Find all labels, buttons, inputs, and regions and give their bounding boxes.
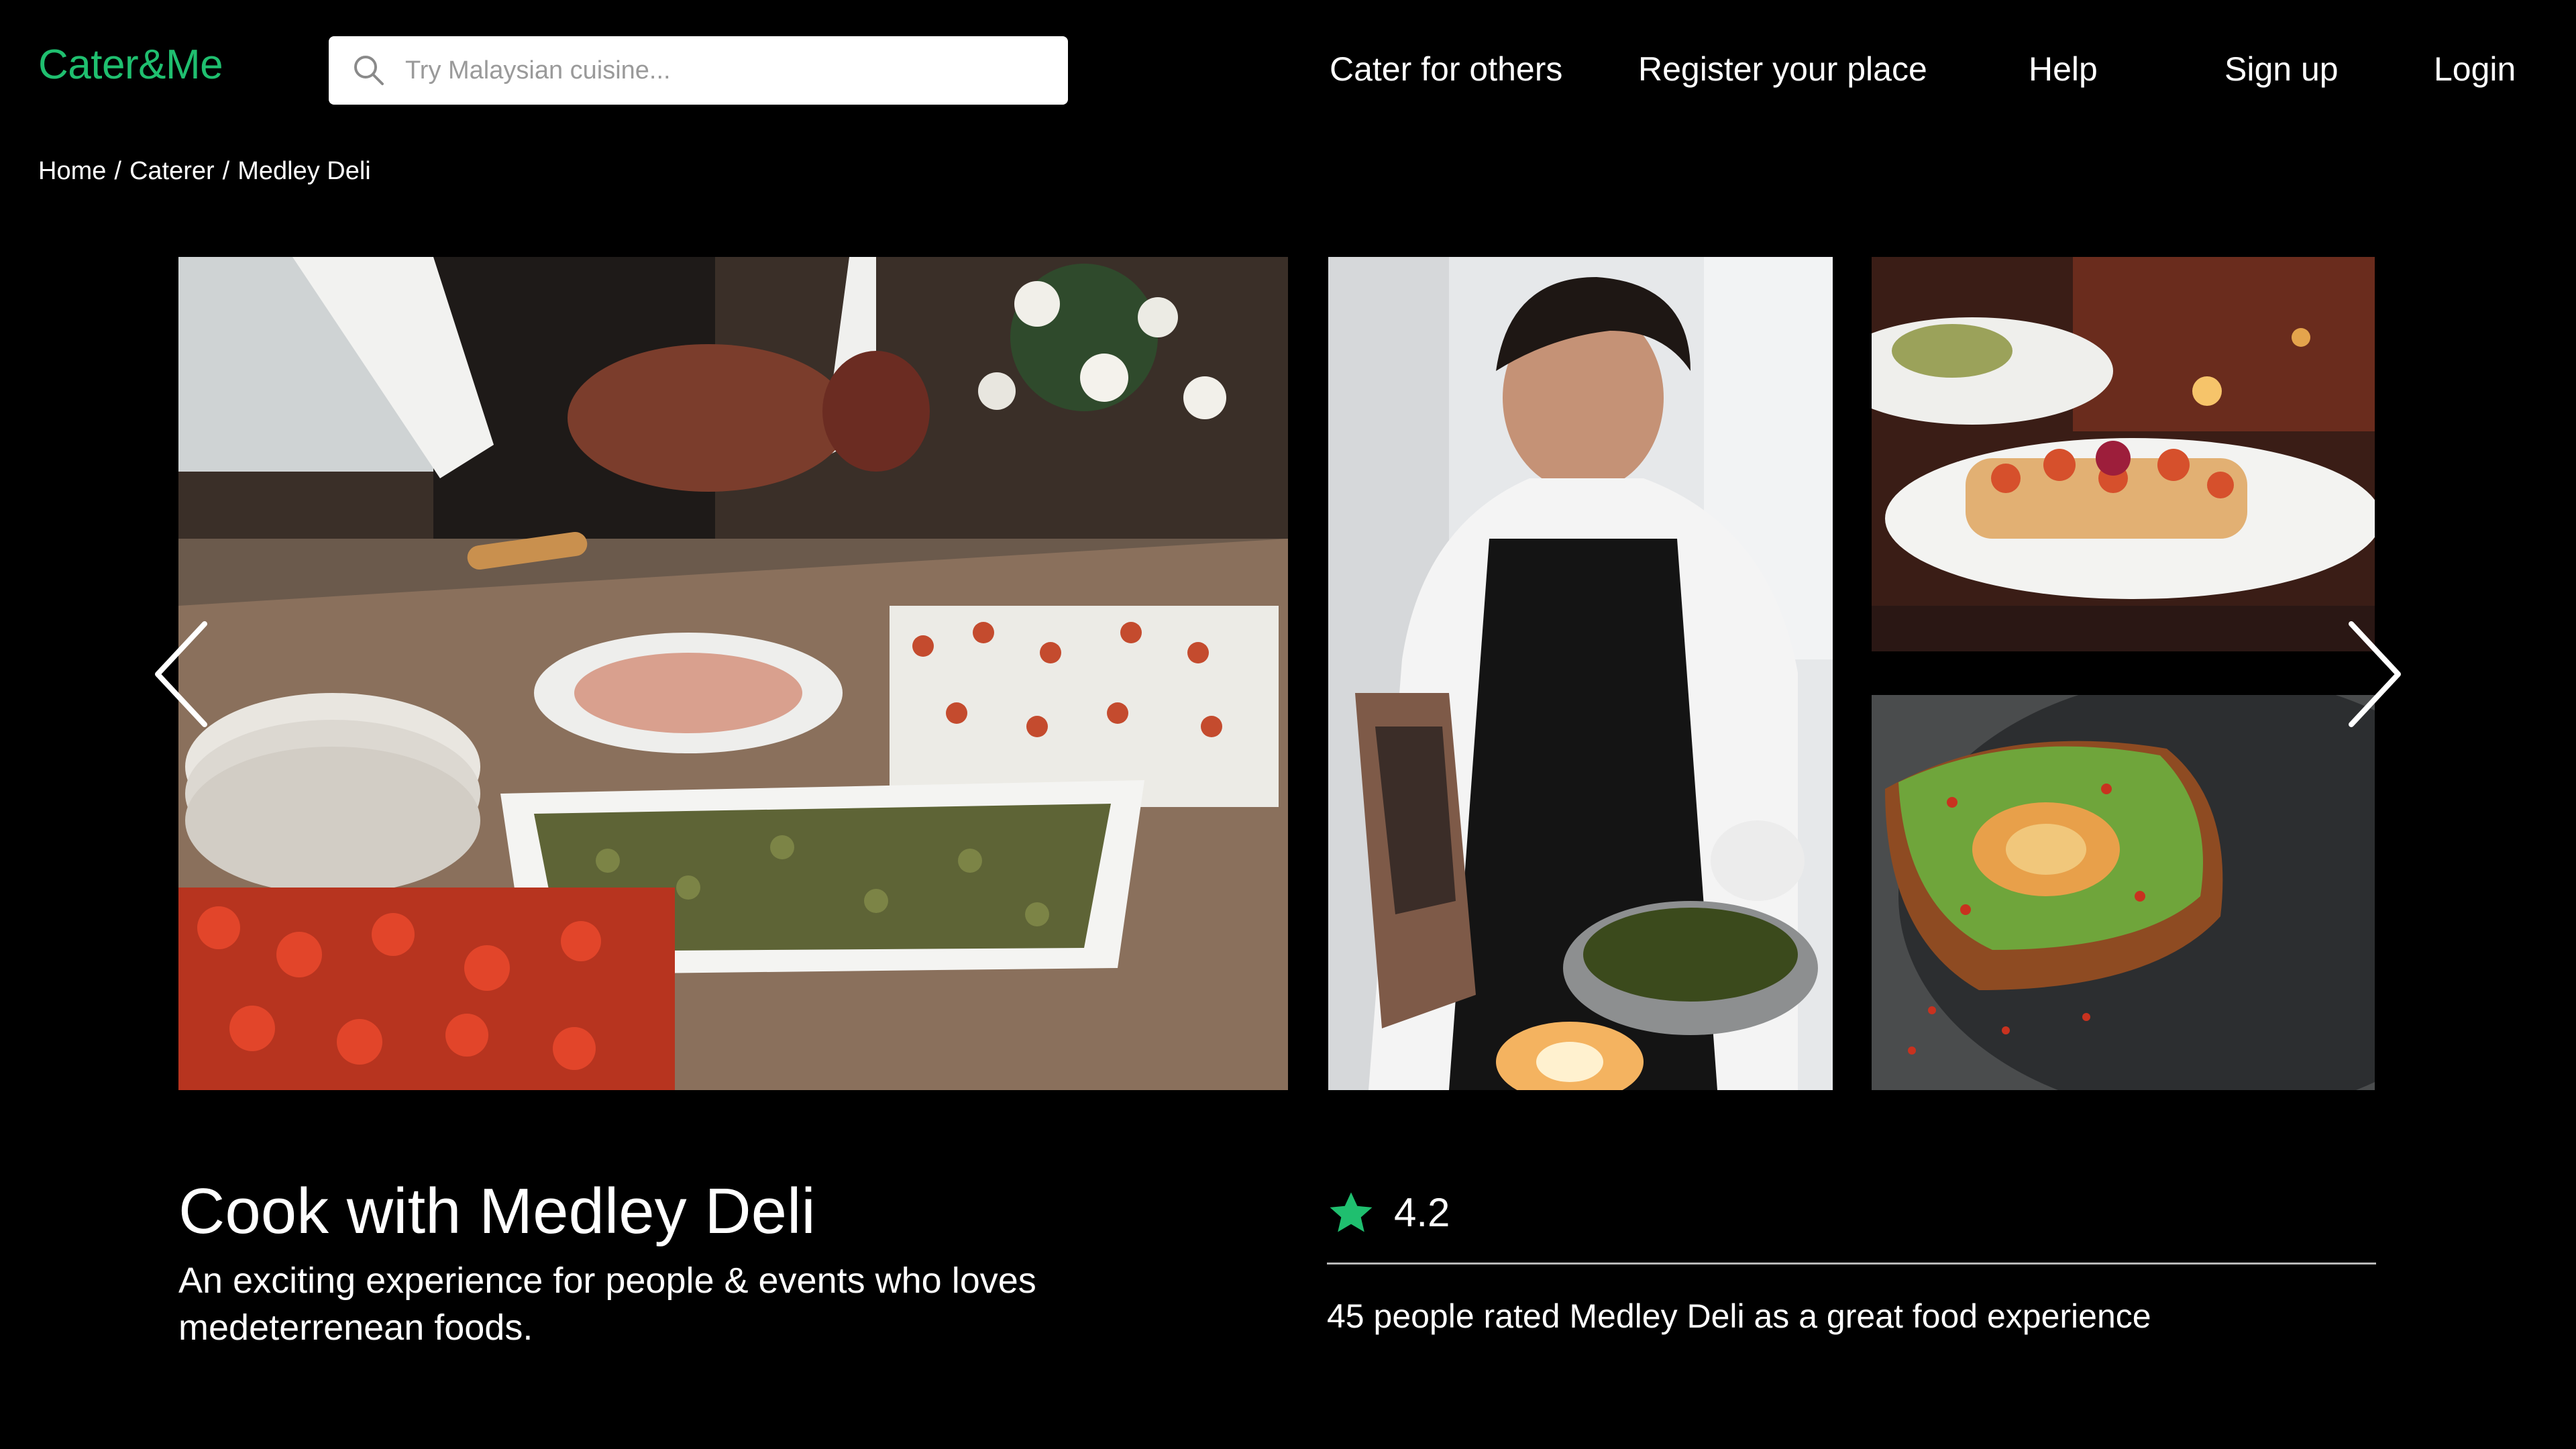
listing-description: An exciting experience for people & even… [178, 1260, 1036, 1348]
logo[interactable]: Cater&Me [38, 44, 223, 86]
nav-login[interactable]: Login [2434, 52, 2516, 86]
breadcrumb-current: Medley Deli [237, 157, 371, 185]
breadcrumb: Home / Caterer / Medley Deli [38, 158, 371, 184]
rating-value: 4.2 [1394, 1190, 1450, 1235]
chevron-left-icon [155, 621, 207, 727]
nav-register-your-place[interactable]: Register your place [1638, 52, 1927, 86]
gallery-photo-buffet[interactable] [178, 257, 1288, 1090]
star-icon [1330, 1192, 1373, 1232]
search-input[interactable] [404, 43, 1051, 98]
gallery-prev-button[interactable] [148, 617, 215, 731]
breadcrumb-caterer[interactable]: Caterer [129, 157, 215, 185]
chevron-right-icon [2349, 621, 2401, 727]
gallery-next-button[interactable] [2341, 617, 2408, 731]
rating: 4.2 [1327, 1189, 1450, 1237]
listing-title: Cook with Medley Deli [178, 1175, 816, 1247]
breadcrumb-separator: / [222, 157, 230, 185]
gallery-photo-bruschetta-plate[interactable] [1872, 257, 2375, 651]
nav-cater-for-others[interactable]: Cater for others [1330, 52, 1562, 86]
gallery-photo-avocado-toast[interactable] [1872, 695, 2375, 1090]
nav-sign-up[interactable]: Sign up [2224, 52, 2339, 86]
divider [1327, 1263, 2376, 1265]
search-bar[interactable] [329, 36, 1068, 105]
breadcrumb-home[interactable]: Home [38, 157, 106, 185]
rating-summary: 45 people rated Medley Deli as a great f… [1327, 1297, 2151, 1335]
gallery-photo-chef[interactable] [1328, 257, 1833, 1090]
search-icon [354, 56, 384, 85]
nav-help[interactable]: Help [2029, 52, 2098, 86]
breadcrumb-separator: / [114, 157, 121, 185]
